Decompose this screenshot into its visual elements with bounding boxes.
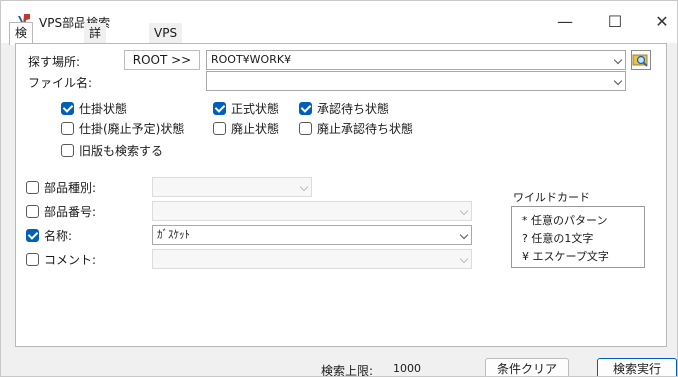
checkbox-checked-icon [61,101,74,115]
chevron-down-icon [459,206,469,216]
name-checkbox[interactable]: 名称: [26,227,72,243]
wildcard-line: ? 任意の1文字 [522,232,594,245]
status-label: 仕掛(廃止予定)状態 [79,121,185,136]
tab-detail-conditions[interactable]: 詳細条件 [84,23,107,100]
wildcard-box: * 任意のパターン ? 任意の1文字 ¥ エスケープ文字 [511,206,645,268]
status-label: 正式状態 [231,101,280,116]
wildcard-line: ¥ エスケープ文字 [522,250,609,263]
status-checkbox-in-progress-planned-abolish[interactable]: 仕掛(廃止予定)状態 [61,120,184,136]
include-old-versions-checkbox[interactable]: 旧版も検索する [61,142,163,158]
chevron-down-icon [613,55,623,65]
part-number-label: 部品番号: [44,204,97,219]
close-button[interactable]: ✕ [644,9,677,35]
checkbox-checked-icon [213,101,226,115]
chevron-down-icon [299,182,309,192]
part-type-combo[interactable] [152,177,312,197]
comment-label: コメント: [44,252,97,267]
execute-search-button[interactable]: 検索実行 [597,358,677,376]
checkbox-unchecked-icon [213,121,226,135]
browse-button[interactable] [631,50,651,70]
status-checkbox-in-progress[interactable]: 仕掛状態 [61,100,127,116]
checkbox-unchecked-icon [26,180,39,194]
search-location-combo[interactable]: ROOT¥WORK¥ [206,50,626,70]
status-label: 仕掛状態 [79,101,128,116]
checkbox-unchecked-icon [299,121,312,135]
name-combo[interactable]: ｶﾞｽｹｯﾄ [152,225,472,245]
chevron-down-icon [459,254,469,264]
tab-search-conditions[interactable]: 検索条件 [9,22,34,103]
part-number-checkbox[interactable]: 部品番号: [26,203,96,219]
status-label: 廃止状態 [231,121,280,136]
part-number-combo[interactable] [152,201,472,221]
file-name-combo[interactable] [206,71,626,91]
clear-conditions-button[interactable]: 条件クリア [485,358,569,376]
comment-checkbox[interactable]: コメント: [26,251,96,267]
search-location-label: 探す場所: [28,55,81,69]
window: VPS部品検索 — ☐ ✕ 検索条件 詳細条件 VPS表形式情報 探す場所: R… [0,0,678,377]
part-type-checkbox[interactable]: 部品種別: [26,179,96,195]
status-checkbox-official[interactable]: 正式状態 [213,100,279,116]
search-limit-input[interactable]: 1000 [393,362,421,375]
root-button[interactable]: ROOT >> [124,50,200,70]
maximize-button[interactable]: ☐ [597,9,633,35]
status-checkbox-abolished[interactable]: 廃止状態 [213,120,279,136]
chevron-down-icon [613,76,623,86]
wildcard-title: ワイルドカード [513,191,590,204]
part-type-label: 部品種別: [44,180,97,195]
status-checkbox-awaiting-approval[interactable]: 承認待ち状態 [299,100,389,116]
chevron-down-icon [459,230,469,240]
checkbox-checked-icon [299,101,312,115]
name-label: 名称: [44,228,73,243]
tab-vps-table-info[interactable]: VPS表形式情報 [149,23,183,140]
checkbox-unchecked-icon [26,204,39,218]
file-name-label: ファイル名: [28,76,93,90]
status-checkbox-abolish-awaiting-approval[interactable]: 廃止承認待ち状態 [299,120,413,136]
include-old-versions-label: 旧版も検索する [79,143,164,158]
name-value: ｶﾞｽｹｯﾄ [157,228,190,241]
status-label: 廃止承認待ち状態 [317,121,414,136]
folder-search-icon [632,54,648,67]
checkbox-unchecked-icon [26,252,39,266]
checkbox-unchecked-icon [61,143,74,157]
search-location-value: ROOT¥WORK¥ [211,53,292,66]
checkbox-checked-icon [26,228,39,242]
comment-combo[interactable] [152,249,472,269]
minimize-button[interactable]: — [547,9,583,35]
wildcard-line: * 任意のパターン [522,214,608,227]
search-conditions-panel: 探す場所: ROOT >> ROOT¥WORK¥ ファイル名: 仕掛状態 正式状… [15,43,667,347]
search-limit-label: 検索上限: [321,364,374,377]
status-label: 承認待ち状態 [317,101,390,116]
checkbox-unchecked-icon [61,121,74,135]
